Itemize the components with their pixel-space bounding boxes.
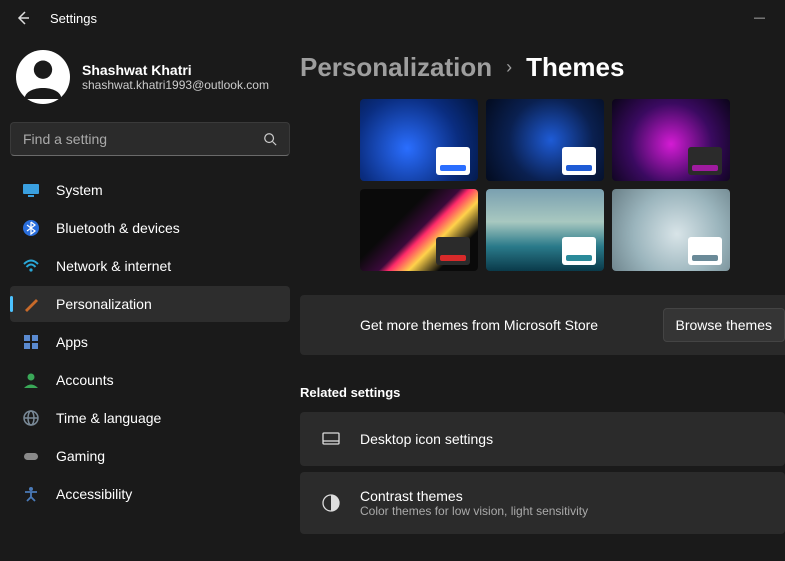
arrow-left-icon	[15, 10, 31, 26]
breadcrumb: Personalization › Themes	[300, 52, 785, 99]
monitor-icon	[22, 181, 40, 199]
store-bar: Get more themes from Microsoft Store Bro…	[300, 295, 785, 355]
person-icon	[22, 371, 40, 389]
sidebar-item-accessibility[interactable]: Accessibility	[10, 476, 290, 512]
sidebar-item-system[interactable]: System	[10, 172, 290, 208]
related-item-title: Contrast themes	[360, 488, 588, 504]
theme-tile[interactable]	[612, 189, 730, 271]
main-content: Personalization › Themes Get more themes…	[300, 36, 785, 561]
theme-accent-chip	[562, 147, 596, 175]
profile-name: Shashwat Khatri	[82, 62, 269, 78]
themes-grid	[360, 99, 785, 271]
browse-themes-button[interactable]: Browse themes	[663, 308, 785, 342]
sidebar-item-bluetooth[interactable]: Bluetooth & devices	[10, 210, 290, 246]
back-button[interactable]	[10, 5, 36, 31]
sidebar-item-personalization[interactable]: Personalization	[10, 286, 290, 322]
search-input[interactable]	[23, 131, 263, 147]
theme-accent-chip	[562, 237, 596, 265]
related-item-sub: Color themes for low vision, light sensi…	[360, 504, 588, 518]
sidebar-item-gaming[interactable]: Gaming	[10, 438, 290, 474]
sidebar-item-network[interactable]: Network & internet	[10, 248, 290, 284]
apps-icon	[22, 333, 40, 351]
theme-tile[interactable]	[486, 99, 604, 181]
theme-accent-chip	[688, 237, 722, 265]
related-heading: Related settings	[300, 385, 785, 400]
theme-tile[interactable]	[360, 189, 478, 271]
gamepad-icon	[22, 447, 40, 465]
sidebar-item-time[interactable]: Time & language	[10, 400, 290, 436]
search-icon	[263, 132, 277, 146]
sidebar: Shashwat Khatri shashwat.khatri1993@outl…	[0, 36, 300, 561]
sidebar-item-label: Apps	[56, 334, 88, 350]
sidebar-item-accounts[interactable]: Accounts	[10, 362, 290, 398]
search-box[interactable]	[10, 122, 290, 156]
sidebar-item-label: Personalization	[56, 296, 152, 312]
breadcrumb-parent[interactable]: Personalization	[300, 52, 492, 83]
theme-accent-chip	[436, 147, 470, 175]
wifi-icon	[22, 257, 40, 275]
related-item-title: Desktop icon settings	[360, 431, 493, 447]
sidebar-item-apps[interactable]: Apps	[10, 324, 290, 360]
profile-email: shashwat.khatri1993@outlook.com	[82, 78, 269, 92]
desktop-icon-settings-card[interactable]: Desktop icon settings	[300, 412, 785, 466]
avatar	[16, 50, 70, 104]
sidebar-item-label: Time & language	[56, 410, 161, 426]
sidebar-item-label: Bluetooth & devices	[56, 220, 180, 236]
breadcrumb-current: Themes	[526, 52, 624, 83]
accessibility-icon	[22, 485, 40, 503]
theme-tile[interactable]	[360, 99, 478, 181]
theme-tile[interactable]	[486, 189, 604, 271]
person-icon	[21, 55, 65, 99]
contrast-icon	[320, 492, 342, 514]
store-text: Get more themes from Microsoft Store	[360, 317, 651, 333]
minimize-button[interactable]: ―	[754, 12, 765, 24]
contrast-themes-card[interactable]: Contrast themes Color themes for low vis…	[300, 472, 785, 534]
theme-tile[interactable]	[612, 99, 730, 181]
nav-list: System Bluetooth & devices Network & inter…	[10, 172, 290, 512]
window-title: Settings	[50, 11, 97, 26]
bluetooth-icon	[22, 219, 40, 237]
titlebar: Settings ―	[0, 0, 785, 36]
sidebar-item-label: Gaming	[56, 448, 105, 464]
brush-icon	[22, 295, 40, 313]
sidebar-item-label: Accessibility	[56, 486, 132, 502]
desktop-icon	[320, 428, 342, 450]
globe-icon	[22, 409, 40, 427]
theme-accent-chip	[688, 147, 722, 175]
sidebar-item-label: System	[56, 182, 103, 198]
theme-accent-chip	[436, 237, 470, 265]
sidebar-item-label: Accounts	[56, 372, 114, 388]
profile-block[interactable]: Shashwat Khatri shashwat.khatri1993@outl…	[10, 44, 290, 118]
sidebar-item-label: Network & internet	[56, 258, 171, 274]
chevron-right-icon: ›	[506, 57, 512, 78]
